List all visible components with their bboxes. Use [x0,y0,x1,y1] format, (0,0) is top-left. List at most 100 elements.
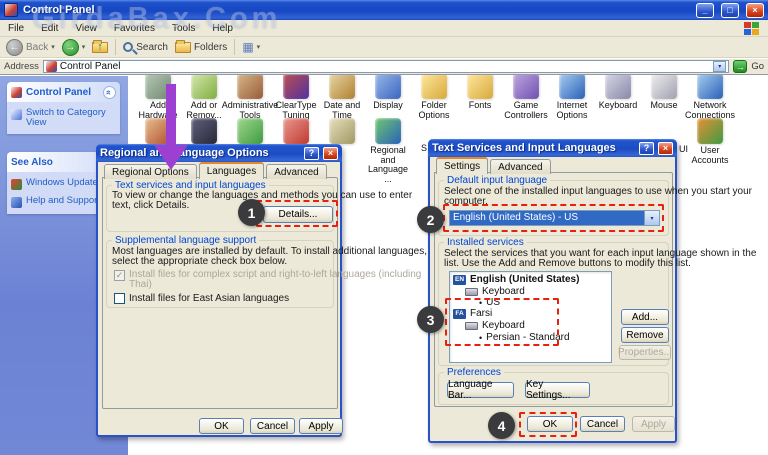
sidebar-item-icon [11,179,22,190]
keyboard-item[interactable]: Keyboard [465,286,525,297]
group-label: Preferences [444,367,504,378]
icon-grid-row-1: Add Hardware Add or Remov... Administrat… [0,73,768,123]
apply-button[interactable]: Apply [632,416,675,432]
menu-item[interactable]: Edit [41,23,58,34]
back-dropdown-icon[interactable]: ▾ [51,43,55,51]
app-icon [467,73,493,99]
menu-item[interactable]: Favorites [114,23,155,34]
icon-label-fragment: S [421,143,427,153]
window-title: Control Panel [23,4,689,16]
control-panel-item[interactable]: Add or Remov... [181,73,227,120]
control-panel-item[interactable]: Folder Options [411,73,457,120]
forward-icon: → [62,39,79,56]
service-label: Keyboard [482,286,525,297]
key-settings-button[interactable]: Key Settings... [525,382,590,398]
control-panel-item[interactable]: Administrative Tools [227,73,273,120]
views-button[interactable]: ▦ ▾ [242,41,260,53]
maximize-button[interactable]: □ [721,3,739,18]
properties-button[interactable]: Properties... [619,345,671,360]
highlight-ok-button [519,412,577,437]
control-panel-item[interactable]: Game Controllers [503,73,549,120]
control-panel-item[interactable]: Internet Options [549,73,595,120]
control-panel-item[interactable]: Mouse [641,73,687,111]
control-panel-item[interactable]: Fonts [457,73,503,111]
cancel-button[interactable]: Cancel [250,418,295,434]
tab-settings[interactable]: Settings [436,157,488,174]
address-bar: Address Control Panel ▾ → Go [0,59,768,75]
help-button[interactable]: ? [639,142,654,155]
folders-button[interactable]: Folders [175,42,227,53]
checkbox-label: Install files for complex script and rig… [129,269,421,280]
cancel-button[interactable]: Cancel [580,416,625,432]
control-panel-item[interactable] [319,118,365,146]
highlight-details-button [256,200,338,227]
menu-item[interactable]: Tools [172,23,195,34]
control-panel-item[interactable] [227,118,273,146]
highlight-farsi-service [445,298,559,346]
control-panel-item[interactable] [273,118,319,146]
app-icon [375,118,401,144]
close-button[interactable]: × [658,142,673,155]
checkbox-label: Install files for East Asian languages [129,293,289,304]
close-button[interactable]: × [323,147,338,160]
app-icon [697,118,723,144]
forward-dropdown-icon[interactable]: ▾ [82,43,86,51]
search-icon [123,42,133,52]
control-panel-item[interactable]: Keyboard [595,73,641,111]
sidebar-item-label: Help and Support [26,196,100,206]
control-panel-item[interactable]: Date and Time [319,73,365,120]
tab-languages[interactable]: Languages [199,162,265,179]
help-button[interactable]: ? [304,147,319,160]
annotation-arrow [166,84,176,146]
back-label: Back [26,42,48,53]
ok-button[interactable]: OK [199,418,244,434]
control-panel-item[interactable]: Network Connections [687,73,733,120]
menu-item[interactable]: Help [212,23,233,34]
address-dropdown-icon[interactable]: ▾ [713,61,726,72]
minimize-button[interactable]: _ [696,3,714,18]
tab-advanced[interactable]: Advanced [490,159,550,174]
control-panel-item[interactable]: ClearType Tuning [273,73,319,120]
control-panel-item[interactable] [181,118,227,146]
language-item-english[interactable]: EN English (United States) [453,274,579,285]
address-input[interactable]: Control Panel ▾ [43,60,729,73]
app-icon [329,118,355,144]
forward-button[interactable]: → ▾ [62,39,86,56]
address-location-icon [46,61,57,72]
go-label: Go [751,61,764,72]
app-icon [283,73,309,99]
go-icon[interactable]: → [733,60,747,73]
folders-icon [175,42,191,53]
control-panel-item[interactable]: User Accounts [687,118,733,165]
menu-item[interactable]: View [75,23,97,34]
icon-label: Mouse [650,101,677,111]
toolbar-separator [115,39,116,55]
back-button[interactable]: ← Back ▾ [6,39,55,56]
add-button[interactable]: Add... [621,309,669,325]
icon-label: Display [373,101,403,111]
control-panel-item[interactable]: Display [365,73,411,111]
app-icon [283,118,309,144]
icon-label-fragment: UI [679,144,688,154]
group-text: Select one of the installed input langua… [444,186,752,197]
search-button[interactable]: Search [123,42,168,53]
control-panel-item[interactable]: Regional and Language ... [365,118,411,184]
toolbar: ← Back ▾ → ▾ ↑ Search Folders ▦ ▾ [0,37,768,58]
language-bar-button[interactable]: Language Bar... [447,382,514,398]
sidebar-item-label: Windows Update [26,178,98,188]
remove-button[interactable]: Remove [621,327,669,343]
highlight-language-combo [443,204,664,232]
close-button[interactable]: × [746,3,764,18]
apply-button[interactable]: Apply [299,418,343,434]
menu-items: File Edit View Favorites Tools Help [8,23,744,34]
menu-item[interactable]: File [8,23,24,34]
control-panel-window: Control Panel _ □ × GirdaBax.Com FileEdi… [0,0,768,455]
address-value: Control Panel [60,61,710,72]
tab-advanced[interactable]: Advanced [266,164,326,179]
east-asian-checkbox[interactable] [114,293,125,304]
annotation-arrowhead-icon [154,145,188,170]
complex-script-checkbox[interactable]: ✓ [114,270,125,281]
up-button[interactable]: ↑ [92,42,108,53]
group-label: Supplemental language support [112,235,259,246]
app-icon [651,73,677,99]
